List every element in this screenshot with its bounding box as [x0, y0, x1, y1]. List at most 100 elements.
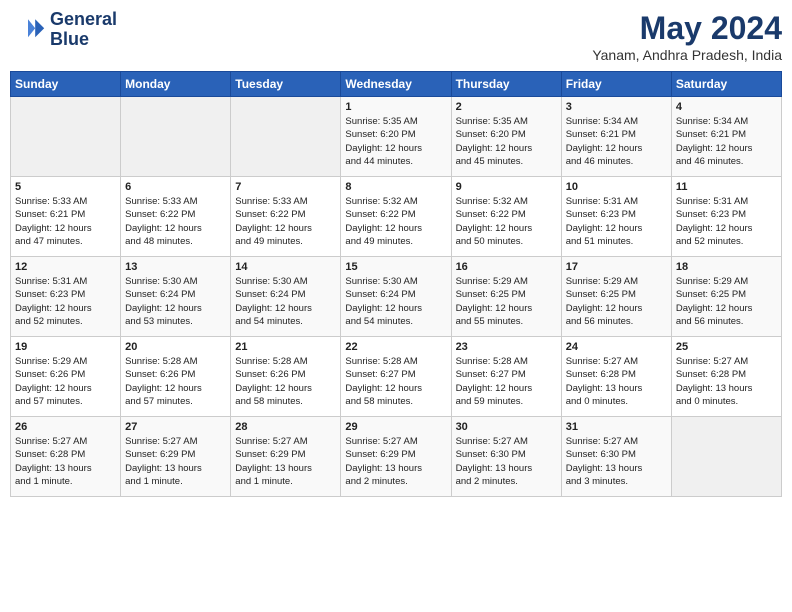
logo-icon: [10, 12, 46, 48]
cell-info: Sunrise: 5:27 AM Sunset: 6:30 PM Dayligh…: [566, 435, 667, 488]
cell-info: Sunrise: 5:27 AM Sunset: 6:28 PM Dayligh…: [566, 355, 667, 408]
calendar-cell: 13 Sunrise: 5:30 AM Sunset: 6:24 PM Dayli…: [121, 257, 231, 337]
day-header-friday: Friday: [561, 72, 671, 97]
cell-info: Sunrise: 5:32 AM Sunset: 6:22 PM Dayligh…: [345, 195, 446, 248]
calendar-cell: 19 Sunrise: 5:29 AM Sunset: 6:26 PM Dayli…: [11, 337, 121, 417]
day-number: 22: [345, 341, 446, 353]
day-number: 12: [15, 261, 116, 273]
calendar-cell: 2Sunrise: 5:35 AM Sunset: 6:20 PM Daylig…: [451, 97, 561, 177]
calendar-cell: 31 Sunrise: 5:27 AM Sunset: 6:30 PM Dayli…: [561, 417, 671, 497]
day-number: 1: [345, 101, 446, 113]
day-number: 24: [566, 341, 667, 353]
calendar-cell: 14Sunrise: 5:30 AM Sunset: 6:24 PM Dayli…: [231, 257, 341, 337]
cell-info: Sunrise: 5:31 AM Sunset: 6:23 PM Dayligh…: [15, 275, 116, 328]
day-number: 6: [125, 181, 226, 193]
calendar-cell: 20 Sunrise: 5:28 AM Sunset: 6:26 PM Dayli…: [121, 337, 231, 417]
calendar-cell: 10 Sunrise: 5:31 AM Sunset: 6:23 PM Dayli…: [561, 177, 671, 257]
calendar-cell: 7 Sunrise: 5:33 AM Sunset: 6:22 PM Daylig…: [231, 177, 341, 257]
week-row-5: 26Sunrise: 5:27 AM Sunset: 6:28 PM Dayli…: [11, 417, 782, 497]
cell-info: Sunrise: 5:33 AM Sunset: 6:21 PM Dayligh…: [15, 195, 116, 248]
calendar-cell: 12 Sunrise: 5:31 AM Sunset: 6:23 PM Dayli…: [11, 257, 121, 337]
calendar-cell: 18 Sunrise: 5:29 AM Sunset: 6:25 PM Dayli…: [671, 257, 781, 337]
day-number: 10: [566, 181, 667, 193]
calendar-cell: 6 Sunrise: 5:33 AM Sunset: 6:22 PM Daylig…: [121, 177, 231, 257]
cell-info: Sunrise: 5:28 AM Sunset: 6:27 PM Dayligh…: [456, 355, 557, 408]
calendar-cell: 28Sunrise: 5:27 AM Sunset: 6:29 PM Dayli…: [231, 417, 341, 497]
day-number: 27: [125, 421, 226, 433]
day-number: 18: [676, 261, 777, 273]
calendar-cell: 17 Sunrise: 5:29 AM Sunset: 6:25 PM Dayli…: [561, 257, 671, 337]
cell-info: Sunrise: 5:31 AM Sunset: 6:23 PM Dayligh…: [566, 195, 667, 248]
calendar-cell: 11 Sunrise: 5:31 AM Sunset: 6:23 PM Dayli…: [671, 177, 781, 257]
title-block: May 2024 Yanam, Andhra Pradesh, India: [592, 10, 782, 63]
calendar-cell: [121, 97, 231, 177]
day-header-wednesday: Wednesday: [341, 72, 451, 97]
day-number: 8: [345, 181, 446, 193]
day-number: 29: [345, 421, 446, 433]
logo: General Blue: [10, 10, 117, 50]
cell-info: Sunrise: 5:33 AM Sunset: 6:22 PM Dayligh…: [125, 195, 226, 248]
calendar-cell: 27Sunrise: 5:27 AM Sunset: 6:29 PM Dayli…: [121, 417, 231, 497]
cell-info: Sunrise: 5:28 AM Sunset: 6:26 PM Dayligh…: [235, 355, 336, 408]
day-header-sunday: Sunday: [11, 72, 121, 97]
calendar-cell: 1Sunrise: 5:35 AM Sunset: 6:20 PM Daylig…: [341, 97, 451, 177]
cell-info: Sunrise: 5:34 AM Sunset: 6:21 PM Dayligh…: [676, 115, 777, 168]
week-row-3: 12 Sunrise: 5:31 AM Sunset: 6:23 PM Dayli…: [11, 257, 782, 337]
calendar-cell: 4 Sunrise: 5:34 AM Sunset: 6:21 PM Daylig…: [671, 97, 781, 177]
day-number: 2: [456, 101, 557, 113]
cell-info: Sunrise: 5:32 AM Sunset: 6:22 PM Dayligh…: [456, 195, 557, 248]
day-header-tuesday: Tuesday: [231, 72, 341, 97]
calendar-cell: [11, 97, 121, 177]
calendar-cell: 8 Sunrise: 5:32 AM Sunset: 6:22 PM Daylig…: [341, 177, 451, 257]
day-header-saturday: Saturday: [671, 72, 781, 97]
calendar-cell: [231, 97, 341, 177]
calendar-cell: 16Sunrise: 5:29 AM Sunset: 6:25 PM Dayli…: [451, 257, 561, 337]
cell-info: Sunrise: 5:28 AM Sunset: 6:26 PM Dayligh…: [125, 355, 226, 408]
calendar-cell: 21Sunrise: 5:28 AM Sunset: 6:26 PM Dayli…: [231, 337, 341, 417]
location-title: Yanam, Andhra Pradesh, India: [592, 47, 782, 63]
calendar-cell: 26Sunrise: 5:27 AM Sunset: 6:28 PM Dayli…: [11, 417, 121, 497]
day-number: 19: [15, 341, 116, 353]
cell-info: Sunrise: 5:30 AM Sunset: 6:24 PM Dayligh…: [235, 275, 336, 328]
calendar-cell: 24 Sunrise: 5:27 AM Sunset: 6:28 PM Dayli…: [561, 337, 671, 417]
calendar-cell: [671, 417, 781, 497]
day-number: 17: [566, 261, 667, 273]
week-row-1: 1Sunrise: 5:35 AM Sunset: 6:20 PM Daylig…: [11, 97, 782, 177]
cell-info: Sunrise: 5:33 AM Sunset: 6:22 PM Dayligh…: [235, 195, 336, 248]
day-number: 28: [235, 421, 336, 433]
calendar-cell: 3Sunrise: 5:34 AM Sunset: 6:21 PM Daylig…: [561, 97, 671, 177]
week-row-4: 19 Sunrise: 5:29 AM Sunset: 6:26 PM Dayli…: [11, 337, 782, 417]
calendar-cell: 5 Sunrise: 5:33 AM Sunset: 6:21 PM Daylig…: [11, 177, 121, 257]
calendar-table: SundayMondayTuesdayWednesdayThursdayFrid…: [10, 71, 782, 497]
cell-info: Sunrise: 5:27 AM Sunset: 6:30 PM Dayligh…: [456, 435, 557, 488]
page-header: General Blue May 2024 Yanam, Andhra Prad…: [10, 10, 782, 63]
day-number: 5: [15, 181, 116, 193]
day-number: 4: [676, 101, 777, 113]
cell-info: Sunrise: 5:29 AM Sunset: 6:25 PM Dayligh…: [676, 275, 777, 328]
month-title: May 2024: [592, 10, 782, 47]
calendar-cell: 25Sunrise: 5:27 AM Sunset: 6:28 PM Dayli…: [671, 337, 781, 417]
cell-info: Sunrise: 5:30 AM Sunset: 6:24 PM Dayligh…: [125, 275, 226, 328]
day-number: 23: [456, 341, 557, 353]
calendar-cell: 30 Sunrise: 5:27 AM Sunset: 6:30 PM Dayli…: [451, 417, 561, 497]
calendar-cell: 23 Sunrise: 5:28 AM Sunset: 6:27 PM Dayli…: [451, 337, 561, 417]
day-number: 20: [125, 341, 226, 353]
day-number: 26: [15, 421, 116, 433]
calendar-cell: 9 Sunrise: 5:32 AM Sunset: 6:22 PM Daylig…: [451, 177, 561, 257]
day-number: 7: [235, 181, 336, 193]
day-number: 30: [456, 421, 557, 433]
calendar-cell: 29Sunrise: 5:27 AM Sunset: 6:29 PM Dayli…: [341, 417, 451, 497]
calendar-cell: 15Sunrise: 5:30 AM Sunset: 6:24 PM Dayli…: [341, 257, 451, 337]
day-number: 11: [676, 181, 777, 193]
cell-info: Sunrise: 5:29 AM Sunset: 6:26 PM Dayligh…: [15, 355, 116, 408]
day-number: 15: [345, 261, 446, 273]
cell-info: Sunrise: 5:29 AM Sunset: 6:25 PM Dayligh…: [566, 275, 667, 328]
day-number: 31: [566, 421, 667, 433]
week-row-2: 5 Sunrise: 5:33 AM Sunset: 6:21 PM Daylig…: [11, 177, 782, 257]
cell-info: Sunrise: 5:31 AM Sunset: 6:23 PM Dayligh…: [676, 195, 777, 248]
day-number: 13: [125, 261, 226, 273]
day-header-monday: Monday: [121, 72, 231, 97]
day-number: 9: [456, 181, 557, 193]
day-number: 25: [676, 341, 777, 353]
cell-info: Sunrise: 5:28 AM Sunset: 6:27 PM Dayligh…: [345, 355, 446, 408]
